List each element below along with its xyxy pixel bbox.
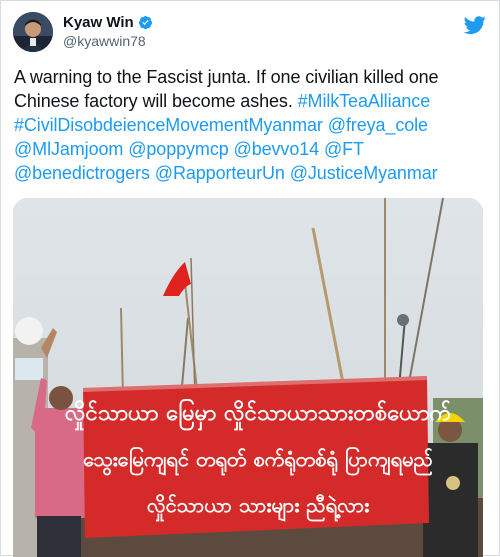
protest-photo: လှိုင်သာယာ မြေမှာ လှိုင်သာယာသားတစ်ယောက် … (13, 198, 483, 557)
hashtag-link[interactable]: #MilkTeaAlliance (298, 91, 431, 111)
tweet-photo[interactable]: လှိုင်သာယာ မြေမှာ လှိုင်သာယာသားတစ်ယောက် … (13, 198, 483, 557)
twitter-bird-icon[interactable] (464, 14, 486, 36)
mention-link[interactable]: @JusticeMyanmar (290, 163, 438, 183)
author-handle[interactable]: @kyawwin78 (63, 33, 146, 49)
mention-link[interactable]: @freya_cole (328, 115, 428, 135)
mention-link[interactable]: @poppymcp (128, 139, 229, 159)
tweet-card: Kyaw Win @kyawwin78 A warning to the Fas… (0, 0, 500, 557)
avatar[interactable] (13, 12, 53, 52)
mention-link[interactable]: @FT (324, 139, 364, 159)
mention-link[interactable]: @MlJamjoom (14, 139, 123, 159)
tweet-text: A warning to the Fascist junta. If one c… (14, 65, 492, 185)
mention-link[interactable]: @bevvo14 (234, 139, 320, 159)
mention-link[interactable]: @benedictrogers (14, 163, 150, 183)
verified-badge-icon (138, 15, 152, 30)
mention-link[interactable]: @RapporteurUn (155, 163, 285, 183)
author-display-name[interactable]: Kyaw Win (63, 14, 134, 31)
hashtag-link[interactable]: #CivilDisobdeienceMovementMyanmar (14, 115, 323, 135)
